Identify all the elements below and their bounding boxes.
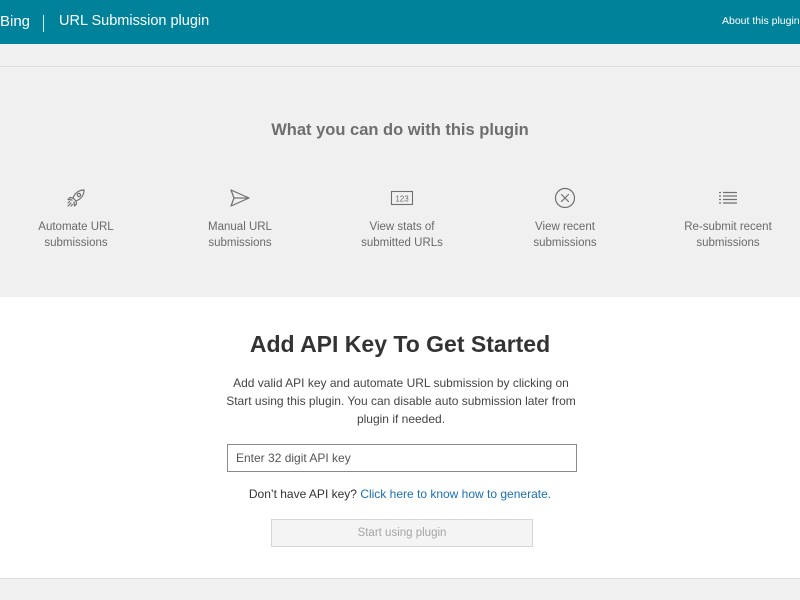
api-key-description: Add valid API key and automate URL submi… (226, 376, 576, 426)
start-using-plugin-button[interactable]: Start using plugin (271, 519, 533, 547)
feature-label: Re-submit recent submissions (684, 221, 772, 249)
feature-label: View stats of submitted URLs (361, 221, 443, 249)
counter-123-icon: 123 (390, 190, 414, 206)
svg-text:123: 123 (395, 195, 409, 204)
api-key-section: Add API Key To Get Started Add valid API… (0, 297, 800, 578)
header-divider (43, 15, 44, 32)
feature-label: Automate URL submissions (38, 221, 114, 249)
list-icon (719, 191, 737, 204)
feature-resubmit: Re-submit recent submissions (663, 186, 793, 251)
circle-x-icon (554, 187, 576, 209)
features-section: What you can do with this plugin Automat… (0, 68, 800, 297)
rocket-icon (67, 189, 85, 207)
brand-logo-text[interactable]: Bing (0, 13, 30, 30)
bottom-strip (0, 578, 800, 600)
help-prefix: Don’t have API key? (248, 487, 357, 501)
about-plugin-link[interactable]: About this plugin (722, 15, 800, 27)
api-key-input[interactable] (227, 444, 577, 472)
feature-recent: View recent submissions (500, 186, 630, 251)
feature-label: Manual URL submissions (208, 221, 272, 249)
send-icon (230, 189, 250, 207)
features-heading: What you can do with this plugin (271, 121, 529, 139)
top-bar: Bing URL Submission plugin About this pl… (0, 0, 800, 44)
app-title: URL Submission plugin (59, 13, 210, 29)
top-strip (0, 44, 800, 67)
api-key-help: Don’t have API key? Click here to know h… (0, 487, 800, 501)
generate-key-link[interactable]: Click here to know how to generate. (360, 487, 551, 501)
feature-manual: Manual URL submissions (175, 186, 305, 251)
api-key-heading: Add API Key To Get Started (249, 331, 551, 357)
feature-stats: 123 View stats of submitted URLs (337, 186, 467, 251)
feature-automate: Automate URL submissions (11, 186, 141, 251)
feature-label: View recent submissions (533, 221, 597, 249)
